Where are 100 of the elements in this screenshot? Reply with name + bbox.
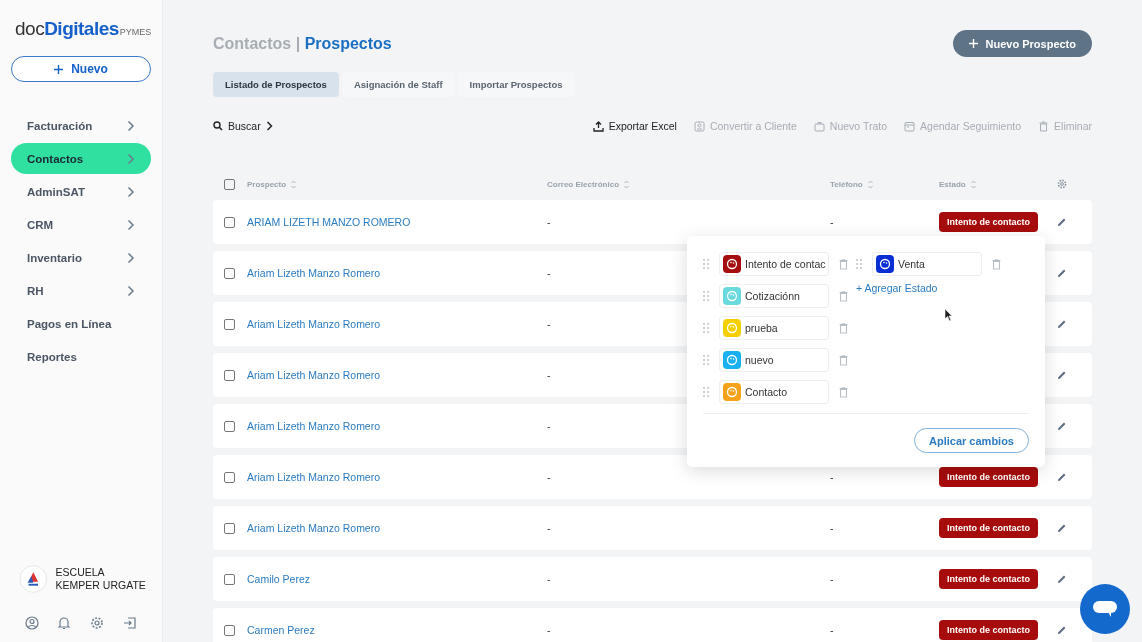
row-checkbox[interactable] [224, 573, 235, 585]
apply-changes-button[interactable]: Aplicar cambios [914, 428, 1029, 453]
table-cell: - [547, 573, 551, 585]
user-icon[interactable] [24, 616, 39, 630]
status-tag: Intento de contacto [939, 620, 1038, 640]
logo: docDigitalesPYMES [15, 18, 152, 40]
select-all-checkbox[interactable] [224, 178, 235, 190]
chat-button[interactable] [1080, 584, 1130, 634]
row-checkbox[interactable] [224, 318, 235, 330]
table-cell: - [547, 522, 551, 534]
calendar-icon [904, 120, 916, 132]
trash-icon [1038, 120, 1050, 132]
edit-icon[interactable] [1057, 574, 1067, 584]
palette-icon[interactable] [876, 255, 894, 273]
edit-icon[interactable] [1057, 523, 1067, 533]
add-status-link[interactable]: + Agregar Estado [856, 282, 938, 294]
sidebar-item[interactable]: RH [11, 275, 151, 306]
prospect-name-link[interactable]: Ariam Lizeth Manzo Romero [247, 522, 547, 534]
prospect-name-link[interactable]: Carmen Perez [247, 624, 547, 636]
table-cell: - [547, 267, 551, 279]
status-name-field[interactable]: nuevo [719, 348, 829, 372]
search-button[interactable]: Buscar [213, 120, 273, 132]
status-name-field[interactable]: Intento de contac [719, 252, 829, 276]
sidebar-item[interactable]: Inventario [11, 242, 151, 273]
upload-icon [592, 120, 604, 132]
edit-icon[interactable] [1057, 319, 1067, 329]
drag-handle-icon[interactable] [703, 387, 709, 397]
drag-handle-icon[interactable] [856, 259, 862, 269]
table-cell: - [547, 216, 551, 228]
trash-icon[interactable] [839, 258, 848, 270]
new-prospect-button[interactable]: Nuevo Prospecto [952, 30, 1092, 57]
trash-icon[interactable] [839, 354, 848, 366]
table-cell: - [830, 216, 834, 228]
prospect-name-link[interactable]: Ariam Lizeth Manzo Romero [247, 369, 547, 381]
plus-icon [54, 64, 64, 74]
status-name-field[interactable]: Contacto [719, 380, 829, 404]
edit-icon[interactable] [1057, 421, 1067, 431]
edit-icon[interactable] [1057, 625, 1067, 635]
chevron-icon [265, 121, 273, 131]
settings-icon[interactable] [1057, 179, 1067, 189]
drag-handle-icon[interactable] [703, 323, 709, 333]
sidebar-item[interactable]: CRM [11, 209, 151, 240]
tab[interactable]: Listado de Prospectos [213, 72, 339, 97]
chevron-icon [127, 251, 135, 264]
prospect-name-link[interactable]: Camilo Perez [247, 573, 547, 585]
table-cell: - [830, 522, 834, 534]
trash-icon[interactable] [992, 258, 1001, 270]
table-cell: - [547, 624, 551, 636]
sidebar-item[interactable]: Facturación [11, 110, 151, 141]
palette-icon[interactable] [723, 255, 741, 273]
prospect-name-link[interactable]: Ariam Lizeth Manzo Romero [247, 420, 547, 432]
new-button[interactable]: Nuevo [11, 56, 151, 82]
row-checkbox[interactable] [224, 369, 235, 381]
sidebar-item[interactable]: Reportes [11, 341, 151, 372]
chevron-icon [127, 185, 135, 198]
table-cell: - [547, 369, 551, 381]
account-name: ESCUELA KEMPER URGATE [55, 565, 147, 593]
edit-icon[interactable] [1057, 370, 1067, 380]
row-checkbox[interactable] [224, 471, 235, 483]
prospect-name-link[interactable]: ARIAM LIZETH MANZO ROMERO [247, 216, 547, 228]
prospect-name-link[interactable]: Ariam Lizeth Manzo Romero [247, 471, 547, 483]
chat-bubble-icon [1092, 599, 1118, 619]
logout-icon[interactable] [123, 616, 138, 630]
toolbar-action[interactable]: Exportar Excel [592, 120, 677, 132]
trash-icon[interactable] [839, 386, 848, 398]
drag-handle-icon[interactable] [703, 259, 709, 269]
briefcase-icon [813, 120, 825, 132]
status-name-field[interactable]: Cotizaciónn [719, 284, 829, 308]
drag-handle-icon[interactable] [703, 291, 709, 301]
search-icon [213, 121, 223, 131]
page-title: Prospectos [304, 34, 392, 52]
status-tag: Intento de contacto [939, 212, 1038, 232]
sidebar-item[interactable]: Contactos [11, 143, 151, 174]
row-checkbox[interactable] [224, 267, 235, 279]
chevron-icon [127, 152, 135, 165]
chevron-icon [127, 119, 135, 132]
status-name-field[interactable]: Venta [872, 252, 982, 276]
prospect-name-link[interactable]: Ariam Lizeth Manzo Romero [247, 318, 547, 330]
status-name-field[interactable]: prueba [719, 316, 829, 340]
chevron-icon [127, 218, 135, 231]
row-checkbox[interactable] [224, 624, 235, 636]
edit-icon[interactable] [1057, 472, 1067, 482]
sidebar-item[interactable]: AdminSAT [11, 176, 151, 207]
status-tag: Intento de contacto [939, 518, 1038, 538]
row-checkbox[interactable] [224, 522, 235, 534]
settings-icon[interactable] [89, 616, 104, 630]
drag-handle-icon[interactable] [703, 355, 709, 365]
mouse-cursor-icon [944, 308, 953, 322]
breadcrumb-separator: | [295, 34, 301, 52]
sidebar-item[interactable]: Pagos en Línea [11, 308, 151, 339]
chevron-icon [127, 284, 135, 297]
trash-icon[interactable] [839, 322, 848, 334]
edit-icon[interactable] [1057, 217, 1067, 227]
trash-icon[interactable] [839, 290, 848, 302]
prospect-name-link[interactable]: Ariam Lizeth Manzo Romero [247, 267, 547, 279]
edit-icon[interactable] [1057, 268, 1067, 278]
bell-icon[interactable] [58, 616, 71, 630]
row-checkbox[interactable] [224, 420, 235, 432]
row-checkbox[interactable] [224, 216, 235, 228]
contact-card-icon [693, 120, 705, 132]
